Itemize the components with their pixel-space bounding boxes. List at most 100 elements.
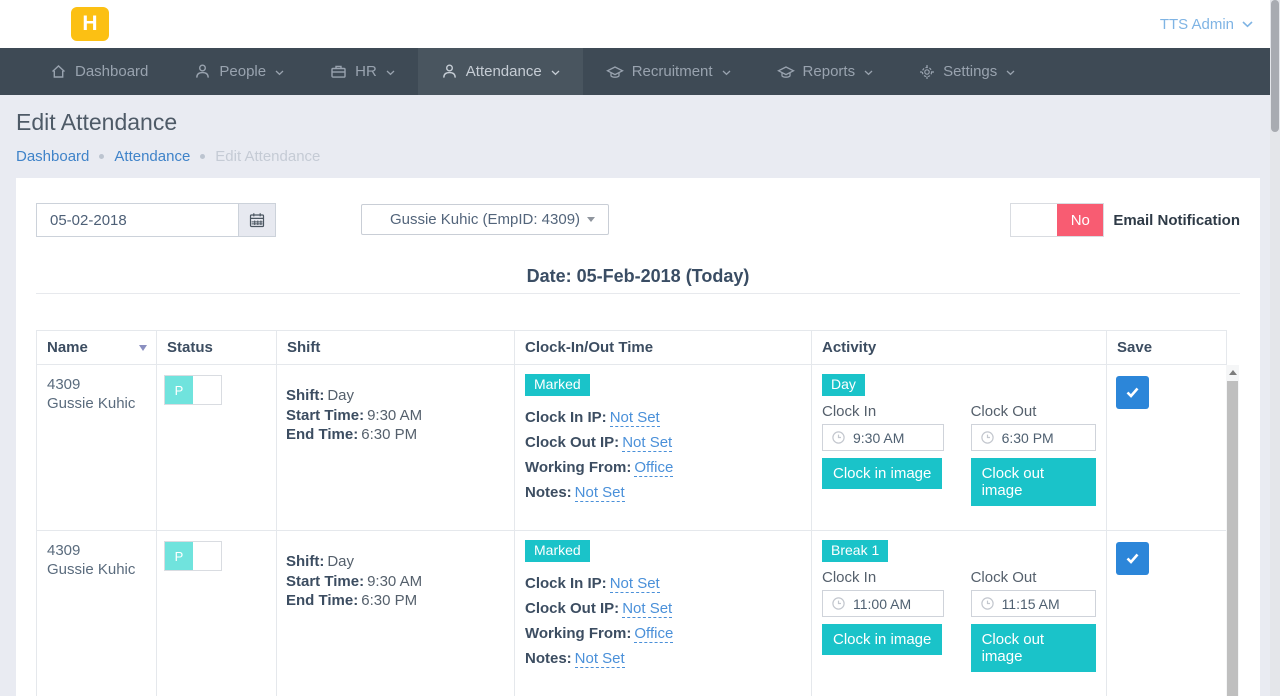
activity-badge: Break 1 <box>822 540 888 562</box>
email-notification-group: No Email Notification <box>1010 203 1240 237</box>
breadcrumb-link-attendance[interactable]: Attendance <box>114 148 190 165</box>
attendance-table: Name Status Shift Clock-In/Out Time Acti… <box>36 330 1227 696</box>
save-button[interactable] <box>1116 542 1149 575</box>
end-time-value: 6:30 PM <box>361 592 417 609</box>
activity-cell: Break 1 Clock In Clock in image <box>812 531 1107 696</box>
clock-icon <box>981 431 994 444</box>
working-from-link[interactable]: Office <box>634 459 673 477</box>
breadcrumb-link-dashboard[interactable]: Dashboard <box>16 148 89 165</box>
presence-toggle-on: P <box>165 542 193 570</box>
chevron-down-icon <box>275 70 284 76</box>
clock-in-ip-link[interactable]: Not Set <box>610 575 660 593</box>
save-cell <box>1107 365 1227 531</box>
table-scrollbar[interactable] <box>1226 365 1239 696</box>
email-notification-toggle[interactable]: No <box>1010 203 1104 237</box>
column-header-clock[interactable]: Clock-In/Out Time <box>515 331 812 365</box>
nav-item-hr[interactable]: HR <box>307 48 418 95</box>
user-menu[interactable]: TTS Admin <box>1160 0 1253 48</box>
nav-item-dashboard[interactable]: Dashboard <box>27 48 171 95</box>
filter-controls: Gussie Kuhic (EmpID: 4309) No Email Noti… <box>36 203 1240 239</box>
notes-link[interactable]: Not Set <box>575 650 625 668</box>
column-header-name[interactable]: Name <box>37 331 157 365</box>
nav-item-reports[interactable]: Reports <box>754 48 897 95</box>
clock-out-image-button[interactable]: Clock out image <box>971 458 1096 506</box>
clock-in-time-field[interactable] <box>822 424 944 451</box>
clock-out-time-field[interactable] <box>971 590 1096 617</box>
working-from-label: Working From: <box>525 625 631 642</box>
clock-icon <box>832 597 845 610</box>
clock-in-out-cell: Marked Clock In IP:Not Set Clock Out IP:… <box>515 531 812 696</box>
employee-select[interactable]: Gussie Kuhic (EmpID: 4309) <box>361 204 609 235</box>
clock-out-time-input[interactable] <box>1002 596 1086 612</box>
notes-label: Notes: <box>525 650 572 667</box>
graduation-cap-icon <box>777 64 795 80</box>
breadcrumb-separator <box>99 154 104 159</box>
clock-out-time-input[interactable] <box>1002 430 1086 446</box>
notes-link[interactable]: Not Set <box>575 484 625 502</box>
chevron-down-icon <box>551 70 560 76</box>
employee-cell: 4309 Gussie Kuhic <box>37 365 157 531</box>
shift-label: Shift: <box>286 387 324 404</box>
email-notification-label: Email Notification <box>1113 212 1240 229</box>
working-from-link[interactable]: Office <box>634 625 673 643</box>
clock-in-image-button[interactable]: Clock in image <box>822 624 942 655</box>
column-header-save[interactable]: Save <box>1107 331 1227 365</box>
activity-cell: Day Clock In Clock in image <box>812 365 1107 531</box>
check-icon <box>1125 386 1140 399</box>
app-logo[interactable]: H <box>71 7 109 41</box>
clock-out-ip-label: Clock Out IP: <box>525 600 619 617</box>
calendar-button[interactable] <box>238 203 276 237</box>
table-scrollbar-thumb[interactable] <box>1227 381 1238 696</box>
nav-item-settings[interactable]: Settings <box>896 48 1038 95</box>
clock-out-label: Clock Out <box>971 403 1096 420</box>
table-header-row: Name Status Shift Clock-In/Out Time Acti… <box>37 331 1227 365</box>
activity-badge: Day <box>822 374 865 396</box>
attendance-card: Gussie Kuhic (EmpID: 4309) No Email Noti… <box>16 178 1260 696</box>
presence-toggle[interactable]: P <box>164 375 222 405</box>
chevron-down-icon <box>722 70 731 76</box>
clock-in-label: Clock In <box>822 569 944 586</box>
toggle-off-half: No <box>1057 204 1103 236</box>
nav-item-people[interactable]: People <box>171 48 307 95</box>
logo-letter: H <box>82 12 97 36</box>
presence-toggle-on: P <box>165 376 193 404</box>
nav-label: Recruitment <box>632 63 713 80</box>
shift-label: Shift: <box>286 553 324 570</box>
shift-value: Day <box>327 553 354 570</box>
page-scrollbar[interactable] <box>1270 0 1280 696</box>
clock-in-ip-link[interactable]: Not Set <box>610 409 660 427</box>
date-picker-group <box>36 203 276 237</box>
clock-in-ip-label: Clock In IP: <box>525 575 607 592</box>
nav-item-recruitment[interactable]: Recruitment <box>583 48 754 95</box>
column-header-activity[interactable]: Activity <box>812 331 1107 365</box>
end-time-label: End Time: <box>286 592 358 609</box>
top-bar: H TTS Admin <box>0 0 1280 48</box>
save-button[interactable] <box>1116 376 1149 409</box>
date-heading: Date: 05-Feb-2018 (Today) <box>36 266 1240 287</box>
nav-item-attendance[interactable]: Attendance <box>418 48 583 95</box>
page-scrollbar-thumb[interactable] <box>1271 0 1279 132</box>
clock-in-time-input[interactable] <box>853 596 937 612</box>
clock-out-image-button[interactable]: Clock out image <box>971 624 1096 672</box>
scrollbar-up-arrow[interactable] <box>1226 365 1239 380</box>
column-header-shift[interactable]: Shift <box>277 331 515 365</box>
start-time-label: Start Time: <box>286 573 364 590</box>
clock-in-time-input[interactable] <box>853 430 937 446</box>
clock-in-time-field[interactable] <box>822 590 944 617</box>
divider <box>36 293 1240 294</box>
presence-toggle[interactable]: P <box>164 541 222 571</box>
column-header-status[interactable]: Status <box>157 331 277 365</box>
date-input[interactable] <box>36 203 238 237</box>
briefcase-icon <box>330 63 347 80</box>
select-caret-icon <box>587 217 595 222</box>
breadcrumb: Dashboard Attendance Edit Attendance <box>16 148 1270 165</box>
nav-label: Settings <box>943 63 997 80</box>
chevron-down-icon <box>1242 21 1253 28</box>
shift-cell: Shift:Day Start Time:9:30 AM End Time:6:… <box>277 531 515 696</box>
clock-out-time-field[interactable] <box>971 424 1096 451</box>
gear-icon <box>919 64 935 80</box>
clock-out-ip-link[interactable]: Not Set <box>622 434 672 452</box>
attendance-row-1: 4309 Gussie Kuhic P Shift:Day Start Time… <box>37 365 1227 531</box>
clock-out-ip-link[interactable]: Not Set <box>622 600 672 618</box>
clock-in-image-button[interactable]: Clock in image <box>822 458 942 489</box>
